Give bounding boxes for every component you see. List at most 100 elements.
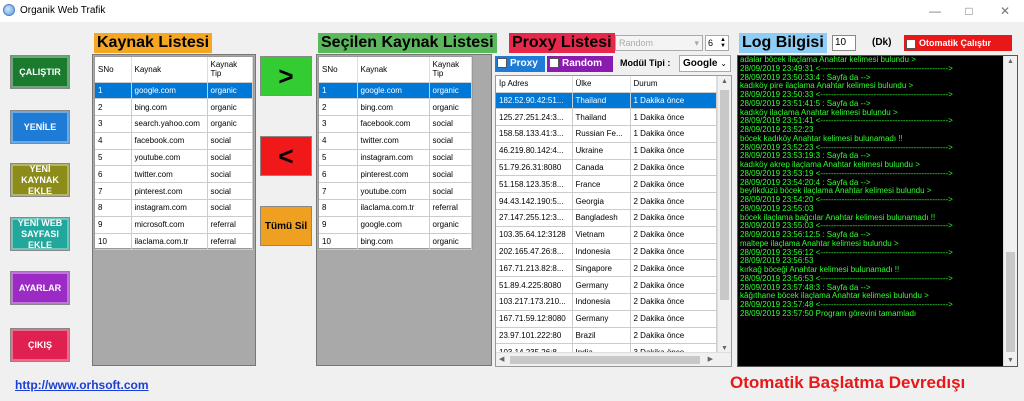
table-row[interactable]: 27.147.255.12:3... Bangladesh 2 Dakika önc… (496, 209, 717, 227)
table-row[interactable]: 23.97.101.222:80 Brazil 2 Dakika önce (496, 327, 717, 345)
scroll-up-icon[interactable]: ▲ (721, 78, 728, 85)
table-row[interactable]: 9 microsoft.com referral (95, 216, 253, 234)
proxy-mode-select[interactable]: Random ▾ (615, 35, 703, 51)
table-row[interactable]: 46.219.80.142:4... Ukraine 1 Dakika önce (496, 142, 717, 160)
table-row[interactable]: 7 youtube.com social (319, 182, 472, 201)
column-header[interactable]: Kaynak Tip (207, 57, 253, 83)
table-row[interactable]: 4 twitter.com social (319, 132, 472, 150)
add-source-button[interactable]: YENİ KAYNAK EKLE (10, 163, 70, 197)
table-row[interactable]: 7 pinterest.com social (95, 182, 253, 201)
table-cell: 2 (95, 98, 132, 117)
table-row[interactable]: 202.165.47.26:8... Indonesia 2 Dakika önce (496, 243, 717, 261)
proxy-toggle[interactable]: Proxy (495, 56, 545, 72)
proxy-grid[interactable]: İp Adres Ülke Durum 182.52.90.42:51... Th… (495, 75, 732, 367)
column-header[interactable]: Durum (630, 76, 717, 93)
add-webpage-button[interactable]: YENİ WEB SAYFASI EKLE (10, 217, 70, 251)
log-heading: Log Bilgisi (739, 33, 827, 53)
table-row[interactable]: 6 pinterest.com social (319, 165, 472, 184)
scroll-thumb[interactable] (720, 90, 729, 300)
minimize-button[interactable]: — (918, 0, 952, 22)
column-header[interactable]: Kaynak (131, 57, 208, 83)
column-header[interactable]: Kaynak Tip (429, 57, 472, 83)
table-row[interactable]: 5 instagram.com social (319, 149, 472, 167)
checkbox[interactable] (549, 58, 559, 69)
column-header[interactable]: SNo (95, 57, 132, 83)
table-row[interactable]: 103.217.173.210... Indonesia 2 Dakika önce (496, 293, 717, 311)
log-vertical-scrollbar[interactable]: ▲ ▼ (1003, 56, 1017, 366)
auto-run-toggle[interactable]: Otomatik Çalıştır (904, 35, 1012, 51)
scroll-down-icon[interactable]: ▼ (1007, 357, 1014, 364)
scroll-up-icon[interactable]: ▲ (1007, 58, 1014, 65)
table-row[interactable]: 1 google.com organic (319, 82, 472, 100)
settings-button[interactable]: AYARLAR (10, 271, 70, 305)
table-row[interactable]: 125.27.251.24:3... Thailand 1 Dakika önce (496, 108, 717, 127)
proxy-vertical-scrollbar[interactable]: ▲ ▼ (717, 76, 731, 354)
table-cell: organic (207, 115, 253, 133)
table-row[interactable]: 51.89.4.225:8080 Germany 2 Dakika önce (496, 276, 717, 295)
column-header[interactable]: SNo (319, 57, 358, 83)
table-row[interactable]: 10 ilaclama.com.tr referral (95, 233, 253, 251)
refresh-button[interactable]: YENİLE (10, 110, 70, 144)
website-link[interactable]: http://www.orhsoft.com (15, 378, 149, 392)
source-grid[interactable]: SNo Kaynak Kaynak Tip 1 google.com organic… (94, 56, 254, 251)
column-header[interactable]: Ülke (572, 76, 631, 93)
remove-from-selected-button[interactable]: < (260, 136, 312, 176)
selected-list-heading: Seçilen Kaynak Listesi (318, 33, 497, 53)
table-row[interactable]: 182.52.90.42:51... Thailand 1 Dakika önce (496, 92, 717, 110)
table-row[interactable]: 103.35.64.12:3128 Vietnam 2 Dakika önce (496, 226, 717, 244)
table-cell: 8 (95, 199, 132, 217)
scroll-thumb[interactable] (1006, 252, 1015, 352)
table-row[interactable]: 3 search.yahoo.com organic (95, 115, 253, 133)
table-row[interactable]: 94.43.142.190:5... Georgia 2 Dakika önce (496, 192, 717, 211)
checkbox[interactable] (906, 38, 916, 49)
auto-run-label: Otomatik Çalıştır (919, 38, 992, 48)
module-type-select[interactable]: Google ⌄ (679, 55, 731, 72)
table-row[interactable]: 8 instagram.com social (95, 199, 253, 217)
random-toggle-label: Random (562, 58, 602, 69)
table-row[interactable]: 10 bing.com organic (319, 233, 472, 251)
table-row[interactable]: 158.58.133.41:3... Russian Fe... 1 Dakika … (496, 125, 717, 143)
scroll-thumb[interactable] (510, 356, 700, 364)
proxy-horizontal-scrollbar[interactable]: ◀ ▶ (496, 352, 731, 366)
table-row[interactable]: 1 google.com organic (95, 82, 253, 100)
scroll-down-icon[interactable]: ▼ (721, 345, 728, 352)
table-cell: social (429, 149, 472, 167)
run-button[interactable]: ÇALIŞTIR (10, 55, 70, 89)
add-to-selected-button[interactable]: > (260, 56, 312, 96)
table-cell: 2 Dakika önce (630, 276, 717, 295)
table-row[interactable]: 9 google.com organic (319, 216, 472, 234)
table-row[interactable]: 167.71.213.82:8... Singapore 2 Dakika önce (496, 259, 717, 278)
scroll-left-icon[interactable]: ◀ (499, 355, 504, 363)
maximize-button[interactable]: □ (952, 0, 986, 22)
table-row[interactable]: 3 facebook.com social (319, 115, 472, 133)
source-table: SNo Kaynak Kaynak Tip 1 google.com organic… (95, 57, 253, 251)
checkbox[interactable] (497, 58, 507, 69)
column-header[interactable]: İp Adres (496, 76, 573, 93)
remove-all-button[interactable]: Tümü Sil (260, 206, 312, 246)
table-row[interactable]: 4 facebook.com social (95, 132, 253, 150)
log-output[interactable]: adalar böcek ilaçlama Anahtar kelimesi b… (737, 55, 1018, 367)
random-toggle[interactable]: Random (547, 56, 613, 72)
proxy-count-value: 6 (708, 38, 714, 48)
table-row[interactable]: 2 bing.com organic (319, 98, 472, 117)
scroll-right-icon[interactable]: ▶ (708, 355, 713, 363)
table-cell: 46.219.80.142:4... (496, 142, 573, 160)
table-cell: 8 (319, 199, 358, 217)
table-row[interactable]: 2 bing.com organic (95, 98, 253, 117)
proxy-list-heading: Proxy Listesi (509, 33, 615, 53)
table-cell: Thailand (572, 92, 631, 110)
table-row[interactable]: 51.158.123.35:8... France 2 Dakika önce (496, 175, 717, 194)
table-row[interactable]: 167.71.59.12:8080 Germany 2 Dakika önce (496, 310, 717, 328)
table-cell: 2 Dakika önce (630, 259, 717, 278)
proxy-count-spinner[interactable]: 6 ▲ ▼ (705, 35, 729, 51)
selected-grid[interactable]: SNo Kaynak Kaynak Tip 1 google.com organic… (318, 56, 473, 251)
exit-button[interactable]: ÇIKIŞ (10, 328, 70, 362)
column-header[interactable]: Kaynak (357, 57, 430, 83)
close-button[interactable]: ✕ (988, 0, 1022, 22)
table-cell: 4 (95, 132, 132, 150)
interval-input[interactable]: 10 (832, 35, 856, 51)
table-row[interactable]: 8 ilaclama.com.tr referral (319, 199, 472, 217)
table-row[interactable]: 5 youtube.com social (95, 149, 253, 167)
table-row[interactable]: 6 twitter.com social (95, 165, 253, 184)
table-row[interactable]: 51.79.26.31:8080 Canada 2 Dakika önce (496, 159, 717, 177)
